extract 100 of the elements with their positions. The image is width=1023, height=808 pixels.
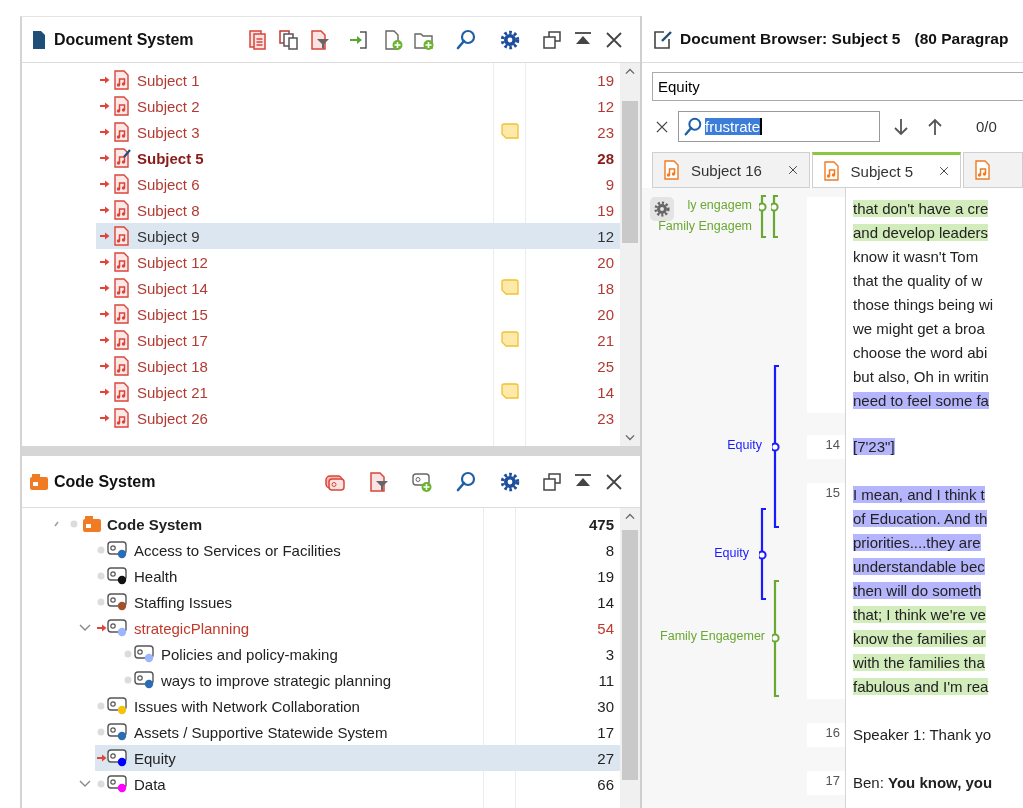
paragraph-count: (80 Paragrap [914,30,1009,48]
segment-count: 21 [596,331,615,349]
dot-icon[interactable] [124,650,132,658]
activation-arrow-icon[interactable] [99,413,110,423]
code-item[interactable]: Assets / Supportive Statewide System 17 [95,719,620,745]
document-item[interactable]: Subject 1 19 [96,67,620,93]
code-label[interactable]: Equity [727,438,762,452]
transcript-line: those things being wi [853,296,994,313]
dot-icon[interactable] [97,780,105,788]
new-code-icon[interactable] [411,470,433,493]
document-name: Subject 26 [137,409,209,427]
code-item[interactable]: strategicPlanning 54 [95,615,620,641]
segment-count: 19 [596,71,615,89]
activation-arrow-icon[interactable] [99,361,110,371]
code-item[interactable]: Access to Services or Facilities 8 [95,537,620,563]
chevron-down-icon[interactable] [78,623,92,633]
activation-arrow-icon[interactable] [99,387,110,397]
code-item[interactable]: Health 19 [95,563,620,589]
dot-icon[interactable] [97,598,105,606]
search-icon[interactable] [455,470,477,493]
code-item[interactable]: Staffing Issues 14 [95,589,620,615]
settings-icon[interactable] [499,470,521,493]
activation-arrow-icon[interactable] [95,623,107,633]
document-item[interactable]: Subject 15 20 [96,301,620,327]
activation-arrow-icon[interactable] [99,309,110,319]
activation-arrow-icon[interactable] [99,283,110,293]
scrollbar[interactable] [620,508,640,808]
document-tab[interactable]: Subject 5 [811,152,962,188]
activation-arrow-icon[interactable] [99,257,110,267]
document-name: Subject 18 [137,357,209,375]
document-item[interactable]: Subject 9 12 [96,223,620,249]
scrollbar[interactable] [620,63,640,446]
code-item[interactable]: Issues with Network Collaboration 30 [95,693,620,719]
new-document-icon[interactable] [382,28,404,51]
activation-arrow-icon[interactable] [99,75,110,85]
scrollbar-thumb[interactable] [622,530,638,780]
document-item[interactable]: Subject 3 23 [96,119,620,145]
activation-arrow-icon[interactable] [99,153,110,163]
document-item[interactable]: Subject 21 14 [96,379,620,405]
segment-count: 19 [596,201,615,219]
activation-arrow-icon[interactable] [99,101,110,111]
code-label[interactable]: Equity [714,546,749,560]
document-item[interactable]: Subject 17 21 [96,327,620,353]
dot-icon[interactable] [97,572,105,580]
code-item[interactable]: Code System 475 [68,511,620,537]
document-item[interactable]: Subject 14 18 [96,275,620,301]
code-filter-field[interactable]: Equity [652,72,1023,101]
undock-icon[interactable] [541,28,563,51]
code-name: Code System [107,515,204,533]
activation-arrow-icon[interactable] [95,753,107,763]
code-name: Equity [134,749,177,767]
document-item[interactable]: Subject 8 19 [96,197,620,223]
dot-icon[interactable] [97,702,105,710]
chevron-down-icon[interactable] [78,779,92,789]
activation-arrow-icon[interactable] [99,231,110,241]
activation-arrow-icon[interactable] [99,335,110,345]
search-field[interactable]: frustrate [678,111,880,142]
scrollbar-thumb[interactable] [622,101,638,243]
document-item[interactable]: Subject 26 23 [96,405,620,431]
code-item[interactable]: Equity 27 [95,745,620,771]
transcript-line: Ben: You know, you [853,774,993,791]
code-name: Assets / Supportive Statewide System [134,723,389,741]
document-tab[interactable]: Subject 16 [652,152,810,188]
transcript-line: choose the word abi [853,344,988,361]
dot-icon[interactable] [124,676,132,684]
document-item[interactable]: Subject 5 28 [96,145,620,171]
settings-icon[interactable] [499,28,521,51]
page-filter-icon[interactable] [309,28,331,51]
transcript-line: we might get a broa [853,320,985,337]
segment-count: 9 [604,175,615,193]
dot-icon[interactable] [97,546,105,554]
code-item[interactable]: Policies and policy-making 3 [122,641,620,667]
document-item[interactable]: Subject 12 20 [96,249,620,275]
document-name: Subject 14 [137,279,209,297]
segment-count: 20 [596,305,615,323]
search-icon [683,116,703,137]
activation-arrow-icon[interactable] [99,127,110,137]
page-filter-icon[interactable] [368,470,390,493]
pages-icon[interactable] [278,28,300,51]
dot-icon[interactable] [97,728,105,736]
settings-button[interactable] [650,197,674,221]
document-name: Subject 5 [137,149,205,167]
coding-stripe[interactable] [772,365,780,528]
document-tab[interactable] [963,152,1023,188]
undock-icon[interactable] [541,470,563,493]
document-item[interactable]: Subject 18 25 [96,353,620,379]
code-item[interactable]: ways to improve strategic planning 11 [122,667,620,693]
close-icon[interactable] [786,164,799,176]
search-icon[interactable] [455,28,477,51]
document-item[interactable]: Subject 6 9 [96,171,620,197]
document-item[interactable]: Subject 2 12 [96,93,620,119]
dot-icon[interactable] [70,520,78,528]
close-icon[interactable] [938,165,951,177]
code-name: strategicPlanning [134,619,251,637]
documents-stack-icon[interactable] [247,28,269,51]
coding-stripe[interactable] [759,508,767,600]
activation-arrow-icon[interactable] [99,179,110,189]
import-icon[interactable] [348,28,370,51]
code-item[interactable]: Data 66 [95,771,620,797]
activation-arrow-icon[interactable] [99,205,110,215]
